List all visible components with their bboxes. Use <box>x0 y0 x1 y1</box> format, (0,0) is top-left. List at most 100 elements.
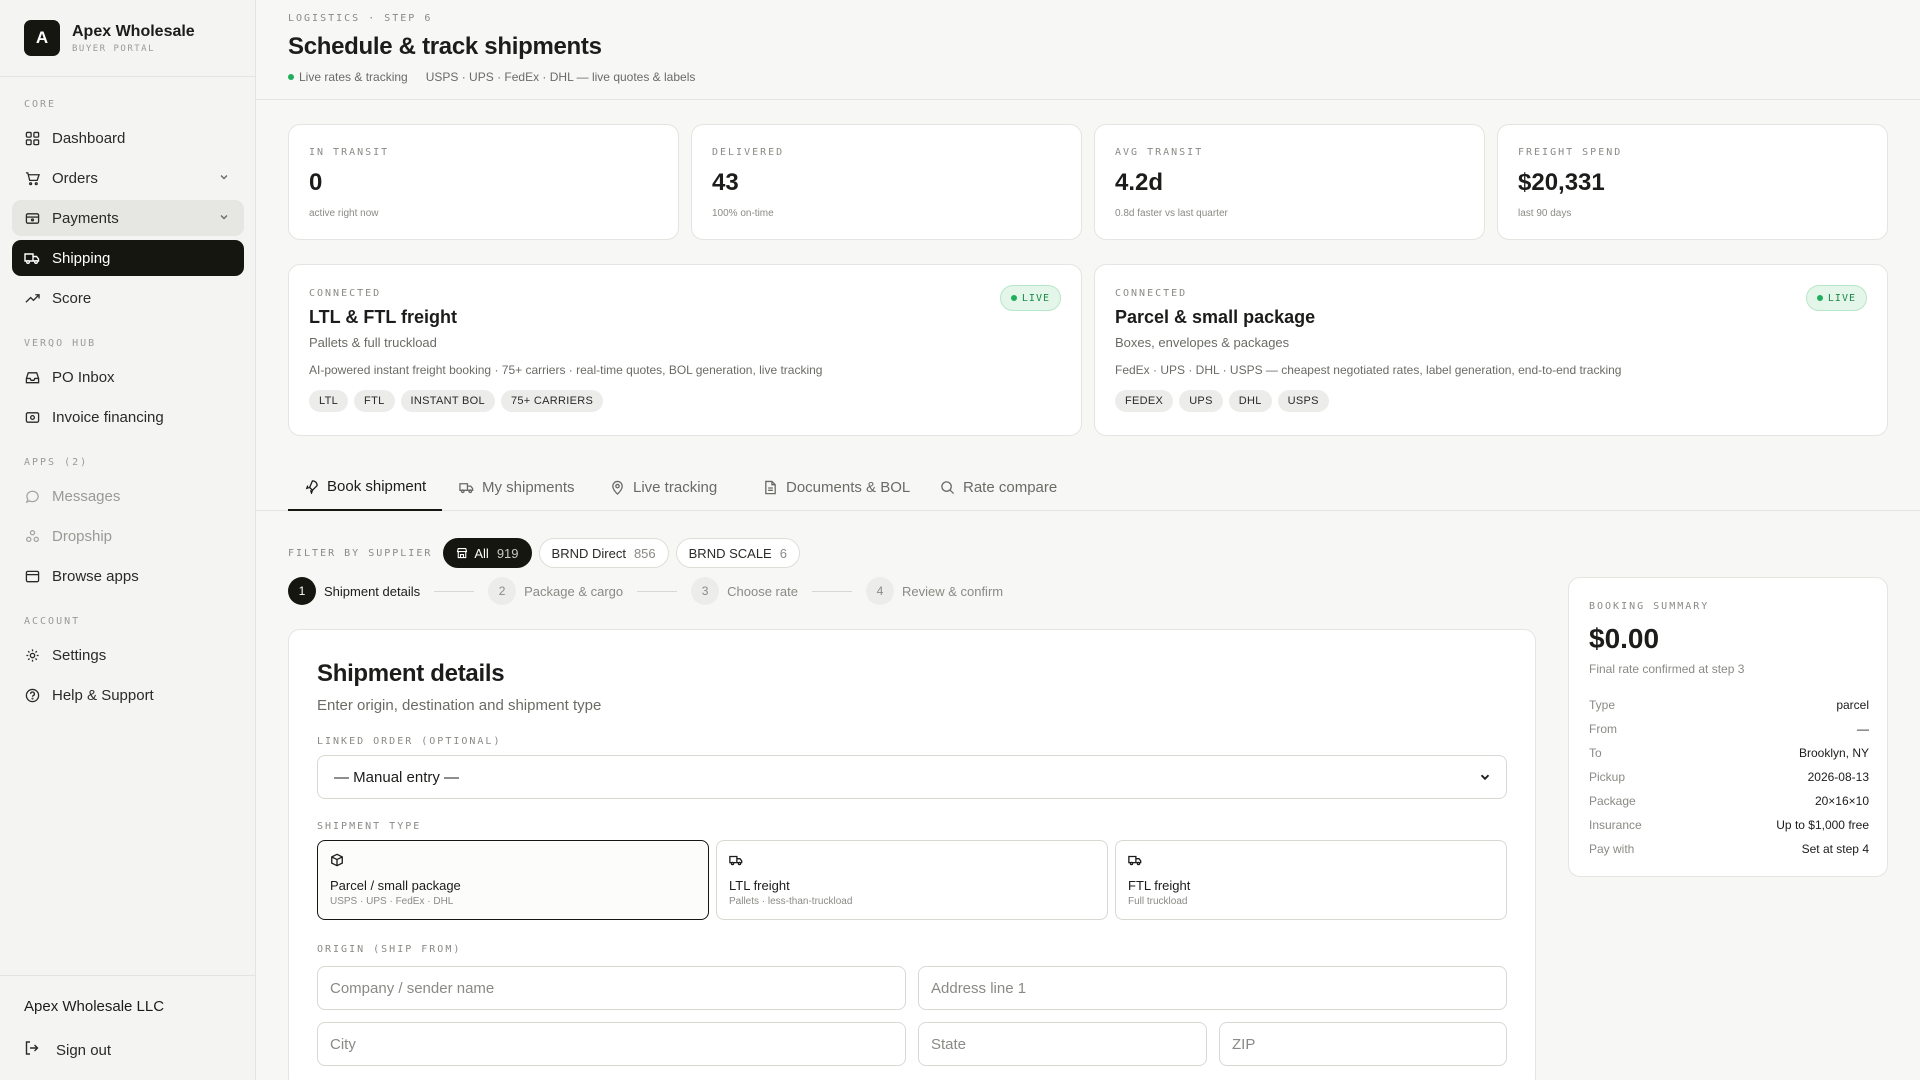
organization-name: Apex Wholesale LLC <box>24 998 165 1015</box>
linked-order-select[interactable]: — Manual entry — <box>317 755 1507 799</box>
connector-label: CONNECTED <box>1115 288 1188 299</box>
connector-subtitle: Pallets & full truckload <box>309 335 437 350</box>
main-content: LOGISTICS · STEP 6 Schedule & track ship… <box>256 0 1920 1080</box>
tab-my-shipments[interactable]: My shipments <box>443 463 591 511</box>
brand-name: Apex Wholesale <box>72 22 195 40</box>
section-label-apps: APPS (2) <box>24 457 89 468</box>
row-key: Type <box>1589 698 1616 712</box>
tab-bar: Book shipment My shipments Live tracking… <box>256 463 1920 511</box>
sidebar-item-invoice-financing[interactable]: Invoice financing <box>12 399 244 435</box>
trend-icon <box>24 290 40 306</box>
row-value: Brooklyn, NY <box>1798 746 1869 760</box>
document-icon <box>763 480 778 495</box>
tab-label: Book shipment <box>327 477 427 495</box>
connector-description: FedEx · UPS · DHL · USPS — cheapest nego… <box>1115 363 1622 377</box>
connector-card-freight[interactable]: CONNECTED LIVE LTL & FTL freight Pallets… <box>288 264 1082 436</box>
row-value: Up to $1,000 free <box>1776 818 1869 832</box>
sidebar-item-dropship[interactable]: Dropship <box>12 518 244 554</box>
sidebar-item-po-inbox[interactable]: PO Inbox <box>12 359 244 395</box>
step-package-cargo[interactable]: 2 Package & cargo <box>488 577 623 605</box>
state-input[interactable]: State <box>918 1022 1207 1066</box>
tab-live-tracking[interactable]: Live tracking <box>594 463 733 511</box>
truck-icon <box>459 480 474 495</box>
pin-icon <box>610 480 625 495</box>
message-icon <box>24 488 40 504</box>
sidebar-item-label: Browse apps <box>52 567 139 585</box>
chevron-down-icon[interactable] <box>218 210 230 227</box>
card-icon <box>24 210 40 226</box>
summary-row-insurance: Insurance Up to $1,000 free <box>1589 818 1869 832</box>
tab-book-shipment[interactable]: Book shipment <box>288 463 443 511</box>
tag: INSTANT BOL <box>400 390 495 412</box>
sidebar-item-settings[interactable]: Settings <box>12 637 244 673</box>
stat-card-freight-spend: FREIGHT SPEND $20,331 last 90 days <box>1497 124 1888 240</box>
stat-card-in-transit: IN TRANSIT 0 active right now <box>288 124 679 240</box>
city-input[interactable]: City <box>317 1022 906 1066</box>
form-subtitle: Enter origin, destination and shipment t… <box>317 697 602 714</box>
row-value: Set at step 4 <box>1801 842 1869 856</box>
live-dot-icon <box>1816 295 1823 301</box>
step-connector <box>434 590 475 592</box>
step-connector <box>811 590 852 592</box>
stat-card-avg-transit: AVG TRANSIT 4.2d 0.8d faster vs last qua… <box>1094 124 1485 240</box>
step-label: Choose rate <box>727 583 798 599</box>
sidebar-item-score[interactable]: Score <box>12 280 244 316</box>
live-dot-icon <box>288 74 294 80</box>
step-number: 2 <box>488 577 517 605</box>
chevron-down-icon[interactable] <box>218 170 230 187</box>
chevron-down-icon <box>1478 770 1492 788</box>
stat-label: AVG TRANSIT <box>1115 147 1204 158</box>
step-label: Package & cargo <box>524 583 624 599</box>
sidebar-item-payments[interactable]: Payments <box>12 200 244 236</box>
sidebar-item-orders[interactable]: Orders <box>12 160 244 196</box>
tab-label: My shipments <box>482 478 575 496</box>
chip-count: 856 <box>633 545 656 561</box>
stat-value: $20,331 <box>1518 169 1605 196</box>
step-review-confirm[interactable]: 4 Review & confirm <box>865 577 1003 605</box>
shipment-type-ltl[interactable]: LTL freight Pallets · less-than-truckloa… <box>716 840 1108 920</box>
sidebar-item-label: Dashboard <box>52 129 126 147</box>
address-line-1-input[interactable]: Address line 1 <box>918 966 1507 1010</box>
connector-card-parcel[interactable]: CONNECTED LIVE Parcel & small package Bo… <box>1094 264 1888 436</box>
sign-out-button[interactable]: Sign out <box>24 1040 111 1060</box>
summary-row-type: Type parcel <box>1589 698 1869 712</box>
option-description: Full truckload <box>1128 896 1188 907</box>
filter-chip-brnd-scale[interactable]: BRND SCALE 6 <box>675 538 800 568</box>
row-key: From <box>1589 722 1617 736</box>
stat-note: last 90 days <box>1518 208 1572 219</box>
row-key: Insurance <box>1589 818 1642 832</box>
tag: UPS <box>1179 390 1223 412</box>
sidebar-item-browse-apps[interactable]: Browse apps <box>12 558 244 594</box>
row-key: Package <box>1589 794 1636 808</box>
sidebar-item-label: Invoice financing <box>52 408 164 426</box>
shipment-type-ftl[interactable]: FTL freight Full truckload <box>1115 840 1507 920</box>
filter-chip-all[interactable]: All 919 <box>443 538 532 568</box>
truck-icon <box>24 250 40 266</box>
option-title: Parcel / small package <box>330 878 461 893</box>
filter-chip-brnd-direct[interactable]: BRND Direct 856 <box>538 538 669 568</box>
stat-note: 100% on-time <box>712 208 774 219</box>
zip-input[interactable]: ZIP <box>1219 1022 1507 1066</box>
step-shipment-details[interactable]: 1 Shipment details <box>288 577 420 605</box>
sidebar-item-messages[interactable]: Messages <box>12 478 244 514</box>
booking-stepper: 1 Shipment details 2 Package & cargo 3 C… <box>288 577 1003 605</box>
sidebar-item-shipping[interactable]: Shipping <box>12 240 244 276</box>
tab-documents-bol[interactable]: Documents & BOL <box>747 463 926 511</box>
tab-rate-compare[interactable]: Rate compare <box>924 463 1073 511</box>
step-connector <box>637 590 678 592</box>
brand[interactable]: A Apex Wholesale BUYER PORTAL <box>0 0 255 77</box>
sidebar-item-dashboard[interactable]: Dashboard <box>12 120 244 156</box>
company-sender-input[interactable]: Company / sender name <box>317 966 906 1010</box>
shipment-type-parcel[interactable]: Parcel / small package USPS · UPS · FedE… <box>317 840 709 920</box>
tag: FTL <box>354 390 395 412</box>
invoice-icon <box>24 409 40 425</box>
sidebar-item-label: Orders <box>52 169 98 187</box>
row-value: parcel <box>1836 698 1869 712</box>
dropship-icon <box>24 528 40 544</box>
tag: 75+ CARRIERS <box>500 390 604 412</box>
tab-label: Documents & BOL <box>786 478 911 496</box>
step-choose-rate[interactable]: 3 Choose rate <box>691 577 798 605</box>
sidebar-item-label: Shipping <box>52 249 111 267</box>
sidebar-item-help[interactable]: Help & Support <box>12 677 244 713</box>
tag: DHL <box>1228 390 1272 412</box>
